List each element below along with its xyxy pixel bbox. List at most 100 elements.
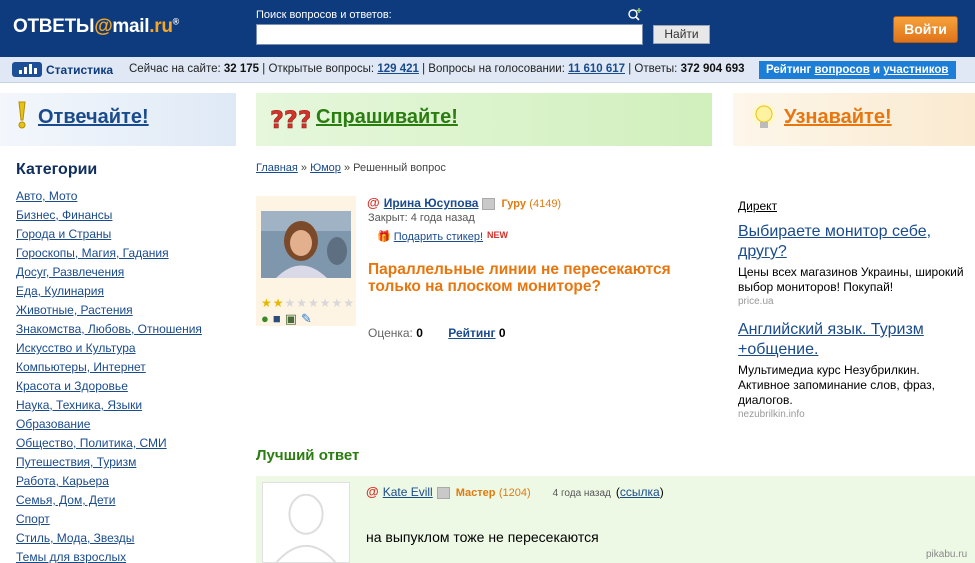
ad-title-link[interactable]: Выбираете монитор себе, другу? xyxy=(738,222,968,262)
watermark: pikabu.ru xyxy=(926,549,968,560)
lightbulb-icon xyxy=(752,103,776,128)
best-answer-title: Лучший ответ xyxy=(256,447,360,464)
svg-text:???: ??? xyxy=(270,106,310,134)
category-item: Авто, Мото xyxy=(16,187,202,206)
stats-line: Сейчас на сайте: 32 175 | Открытые вопро… xyxy=(129,63,745,75)
friends-icon[interactable]: ● xyxy=(261,311,273,326)
logo-registered: ® xyxy=(172,16,180,27)
search-zoom-icon[interactable] xyxy=(627,7,643,21)
breadcrumb-separator: » xyxy=(340,162,354,174)
category-link[interactable]: Знакомства, Любовь, Отношения xyxy=(16,322,202,336)
category-link[interactable]: Стиль, Мода, Звезды xyxy=(16,531,134,545)
new-badge: NEW xyxy=(487,230,509,240)
category-link[interactable]: Гороскопы, Магия, Гадания xyxy=(16,246,169,260)
ad-source: nezubrilkin.info xyxy=(738,409,805,420)
banner-learn: Узнавайте! xyxy=(733,93,975,146)
ask-banner-link[interactable]: Спрашивайте! xyxy=(316,106,458,129)
answer-permalink[interactable]: ссылка xyxy=(620,485,660,499)
ad-description: Мультимедиа курс Незубрилкин. Активное з… xyxy=(738,363,935,407)
search-input[interactable] xyxy=(256,24,643,45)
search-label: Поиск вопросов и ответов: xyxy=(256,9,392,21)
ad-block: Выбираете монитор себе, другу? Цены всех… xyxy=(738,222,968,307)
score-label: Оценка: xyxy=(368,326,413,340)
online-value: 32 175 xyxy=(223,63,260,75)
category-link[interactable]: Наука, Техника, Языки xyxy=(16,398,142,412)
categories-list: Авто, Мото Бизнес, Финансы Города и Стра… xyxy=(16,187,202,563)
stats-title[interactable]: Статистика xyxy=(46,63,113,77)
answer-author-link[interactable]: Kate Evill xyxy=(383,485,433,499)
edit-icon[interactable]: ✎ xyxy=(301,311,316,326)
category-link[interactable]: Путешествия, Туризм xyxy=(16,455,136,469)
ad-block: Английский язык. Туризм +общение. Мульти… xyxy=(738,320,968,420)
answer-avatar-placeholder[interactable] xyxy=(262,482,350,563)
breadcrumb-section[interactable]: Юмор xyxy=(310,162,341,174)
gift-sticker-link[interactable]: Подарить стикер! xyxy=(394,231,483,243)
banner-answer: Отвечайте! xyxy=(0,93,236,146)
video-icon[interactable]: ▣ xyxy=(285,311,301,326)
category-link[interactable]: Общество, Политика, СМИ xyxy=(16,436,167,450)
category-item: Наука, Техника, Языки xyxy=(16,396,202,415)
direct-label[interactable]: Директ xyxy=(738,199,777,213)
mail-agent-icon[interactable]: @ xyxy=(367,195,380,210)
category-link[interactable]: Компьютеры, Интернет xyxy=(16,360,146,374)
category-item: Досуг, Развлечения xyxy=(16,263,202,282)
category-link[interactable]: Досуг, Развлечения xyxy=(16,265,124,279)
answer-time: 4 года назад xyxy=(552,488,611,499)
rating-prefix: Рейтинг xyxy=(766,64,812,76)
category-link[interactable]: Семья, Дом, Дети xyxy=(16,493,115,507)
category-item: Темы для взрослых xyxy=(16,548,202,563)
logo-mail: mail xyxy=(112,16,150,37)
category-link[interactable]: Темы для взрослых xyxy=(16,550,126,563)
question-closed-status: Закрыт: 4 года назад xyxy=(368,212,475,224)
search-button[interactable]: Найти xyxy=(653,25,710,44)
category-link[interactable]: Работа, Карьера xyxy=(16,474,109,488)
logo-at: @ xyxy=(94,16,113,37)
question-author-link[interactable]: Ирина Юсупова xyxy=(384,196,479,210)
answer-author-line: @ Kate Evill Мастер (1204) 4 года назад (ссы… xyxy=(366,484,664,499)
category-link[interactable]: Еда, Кулинария xyxy=(16,284,104,298)
category-item: Красота и Здоровье xyxy=(16,377,202,396)
answer-banner-link[interactable]: Отвечайте! xyxy=(38,106,149,129)
categories-title: Категории xyxy=(16,161,98,178)
rating-questions-link[interactable]: вопросов xyxy=(815,64,870,76)
voting-questions-link[interactable]: 11 610 617 xyxy=(568,63,625,75)
category-link[interactable]: Животные, Растения xyxy=(16,303,133,317)
author-stars: ★★★★★★★★ xyxy=(261,296,356,310)
question-text: Параллельные линии не пересекаются тольк… xyxy=(368,261,671,295)
login-button[interactable]: Войти xyxy=(893,16,958,43)
rating-box: Рейтинг вопросов и участников xyxy=(759,61,956,79)
open-label: Открытые вопросы: xyxy=(268,63,375,75)
banner-ask: ??? Спрашивайте! xyxy=(256,93,712,146)
learn-banner-link[interactable]: Узнавайте! xyxy=(784,106,892,129)
category-link[interactable]: Образование xyxy=(16,417,90,431)
question-marks-icon: ??? xyxy=(270,106,310,134)
mail-agent-icon[interactable]: @ xyxy=(366,484,379,499)
bulb-exclamation-icon xyxy=(18,101,26,129)
camera-icon[interactable]: ■ xyxy=(273,311,285,326)
category-link[interactable]: Города и Страны xyxy=(16,227,111,241)
author-menu-dropdown[interactable] xyxy=(436,486,450,499)
category-link[interactable]: Авто, Мото xyxy=(16,189,77,203)
rating-users-link[interactable]: участников xyxy=(883,64,948,76)
author-avatar[interactable] xyxy=(261,211,351,278)
ad-title-link[interactable]: Английский язык. Туризм +общение. xyxy=(738,320,968,360)
category-item: Искусство и Культура xyxy=(16,339,202,358)
answer-text: на выпуклом тоже не пересекаются xyxy=(366,529,599,545)
rating-and: и xyxy=(872,64,881,76)
author-menu-dropdown[interactable] xyxy=(482,197,496,210)
category-link[interactable]: Спорт xyxy=(16,512,50,526)
question-meta: Оценка: 0 Рейтинг 0 xyxy=(368,326,506,340)
category-item: Работа, Карьера xyxy=(16,472,202,491)
category-link[interactable]: Красота и Здоровье xyxy=(16,379,128,393)
category-link[interactable]: Бизнес, Финансы xyxy=(16,208,112,222)
breadcrumb-home[interactable]: Главная xyxy=(256,162,298,174)
ad-source: price.ua xyxy=(738,296,774,307)
category-item: Знакомства, Любовь, Отношения xyxy=(16,320,202,339)
category-link[interactable]: Искусство и Культура xyxy=(16,341,136,355)
logo[interactable]: ОТВЕТЫ@mail.ru® xyxy=(13,16,179,38)
logo-ru: .ru xyxy=(149,16,173,37)
voting-label: Вопросы на голосовании: xyxy=(428,63,565,75)
rating-link[interactable]: Рейтинг xyxy=(448,326,495,340)
open-questions-link[interactable]: 129 421 xyxy=(377,63,419,75)
breadcrumb: Главная » Юмор » Решенный вопрос xyxy=(256,162,446,174)
